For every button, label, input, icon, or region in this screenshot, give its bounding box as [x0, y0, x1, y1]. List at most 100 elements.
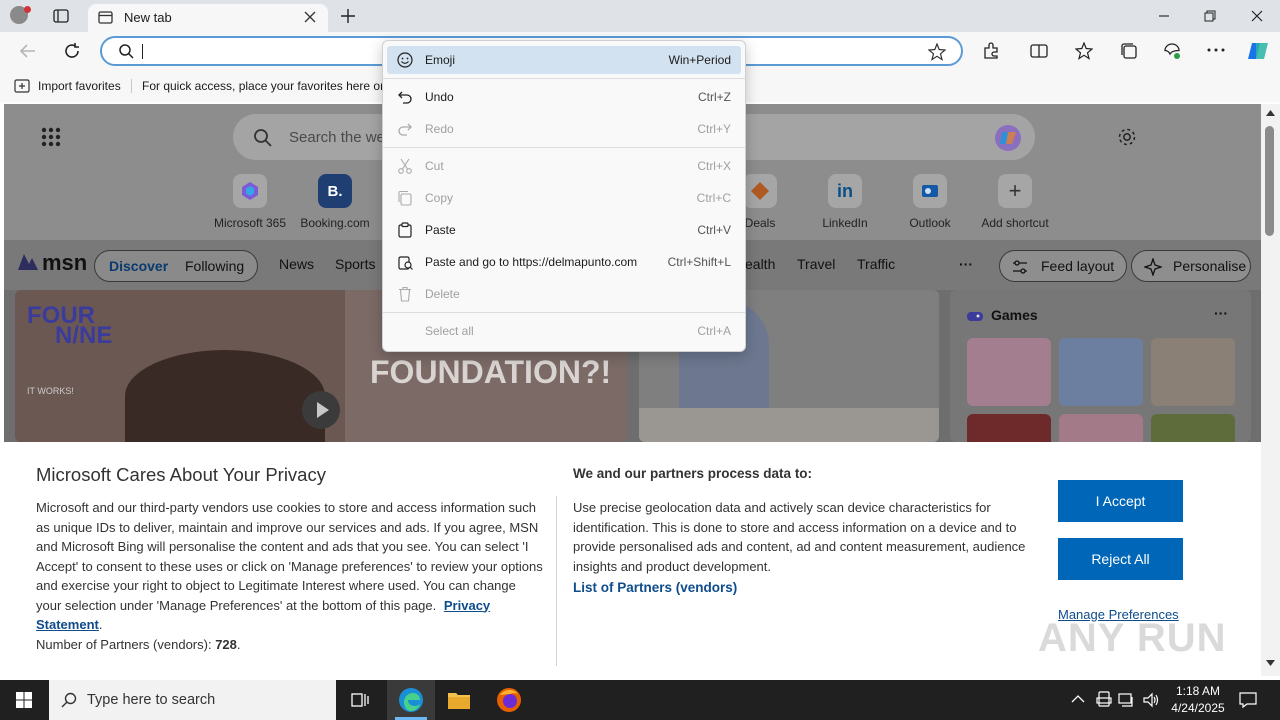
network-icon[interactable]	[1118, 691, 1136, 709]
windows-start-icon[interactable]	[16, 692, 32, 708]
list-of-partners-link[interactable]: List of Partners (vendors)	[573, 580, 737, 595]
nav-sports[interactable]: Sports	[335, 256, 375, 272]
i-accept-button[interactable]: I Accept	[1058, 480, 1183, 522]
task-view-icon[interactable]	[351, 692, 369, 708]
scroll-thumb[interactable]	[1265, 126, 1274, 236]
delete-icon	[397, 286, 413, 302]
clock-time: 1:18 AM	[1175, 684, 1221, 698]
tab-following[interactable]: Following	[185, 258, 244, 274]
nav-news[interactable]: News	[279, 256, 314, 272]
new-tab-plus-icon[interactable]	[340, 8, 356, 24]
address-input[interactable]	[142, 44, 143, 59]
minimize-icon[interactable]	[1158, 10, 1170, 22]
tray-device-icon[interactable]	[1096, 691, 1112, 709]
game-tile[interactable]	[1059, 414, 1143, 442]
split-screen-icon[interactable]	[1030, 42, 1048, 60]
emoji-icon	[397, 52, 413, 68]
nav-traffic[interactable]: Traffic	[857, 256, 895, 272]
back-icon[interactable]	[19, 42, 37, 60]
tab-new-tab[interactable]: New tab	[88, 4, 328, 32]
booking-icon: B.	[318, 174, 352, 208]
privacy-divider	[556, 496, 557, 666]
collections-icon[interactable]	[1120, 42, 1138, 60]
nav-more[interactable]: ···	[959, 256, 973, 272]
search-icon	[118, 43, 134, 59]
shortcut-outlook[interactable]: Outlook	[890, 174, 970, 230]
close-tab-icon[interactable]	[304, 11, 316, 23]
game-tile[interactable]	[1151, 338, 1235, 406]
video-person-shape	[125, 350, 325, 442]
tab-title: New tab	[124, 10, 172, 25]
close-window-icon[interactable]	[1251, 10, 1263, 22]
extensions-icon[interactable]	[982, 42, 1000, 60]
games-controller-icon	[966, 307, 984, 325]
reject-all-button[interactable]: Reject All	[1058, 538, 1183, 580]
import-favorites-link[interactable]: Import favorites	[38, 79, 121, 93]
copy-icon	[397, 190, 413, 206]
games-more[interactable]: ···	[1214, 305, 1228, 321]
feed-layout-button[interactable]: Feed layout	[999, 250, 1127, 282]
import-favorites-icon	[14, 78, 30, 94]
privacy-consent-banner: Microsoft Cares About Your Privacy Micro…	[4, 442, 1261, 676]
favorites-icon[interactable]	[1075, 42, 1093, 60]
menu-item-copy[interactable]: Copy Ctrl+C	[387, 184, 741, 212]
taskbar-search-icon	[61, 692, 77, 708]
menu-item-delete[interactable]: Delete	[387, 280, 741, 308]
notifications-icon[interactable]	[1239, 691, 1257, 709]
scroll-down-icon[interactable]	[1266, 660, 1275, 666]
volume-icon[interactable]	[1142, 691, 1160, 709]
taskbar-search-placeholder: Type here to search	[87, 692, 216, 708]
shortcut-booking[interactable]: B. Booking.com	[295, 174, 375, 230]
menu-item-select-all[interactable]: Select all Ctrl+A	[387, 317, 741, 345]
microsoft-365-icon	[233, 174, 267, 208]
edge-taskbar-button[interactable]	[387, 680, 435, 720]
page-settings-icon[interactable]	[1117, 127, 1137, 147]
play-icon[interactable]	[302, 391, 340, 429]
add-favorite-star-icon[interactable]	[928, 43, 946, 61]
more-options-icon[interactable]	[1207, 48, 1225, 52]
process-body: Use precise geolocation data and activel…	[573, 500, 1026, 574]
shortcut-microsoft-365[interactable]: Microsoft 365	[210, 174, 290, 230]
personalise-button[interactable]: Personalise	[1131, 250, 1251, 282]
copilot-search-icon[interactable]	[993, 123, 1023, 153]
nav-health[interactable]: ealth	[745, 256, 775, 272]
shortcut-linkedin[interactable]: in LinkedIn	[805, 174, 885, 230]
tab-discover[interactable]: Discover	[109, 258, 168, 274]
firefox-icon[interactable]	[496, 687, 522, 713]
web-search-icon	[253, 128, 273, 148]
page-scrollbar[interactable]	[1261, 104, 1280, 676]
menu-item-paste[interactable]: Paste Ctrl+V	[387, 216, 741, 244]
brand-sub: IT WORKS!	[27, 386, 74, 396]
game-tile[interactable]	[967, 338, 1051, 406]
game-tile[interactable]	[967, 414, 1051, 442]
paste-icon	[397, 222, 413, 238]
game-tile[interactable]	[1059, 338, 1143, 406]
msn-logo-icon	[16, 250, 40, 274]
app-launcher-icon[interactable]	[41, 127, 61, 147]
copilot-icon[interactable]	[1246, 39, 1270, 63]
browser-essentials-icon[interactable]	[1163, 42, 1181, 60]
restore-icon[interactable]	[1204, 10, 1216, 22]
menu-item-cut[interactable]: Cut Ctrl+X	[387, 152, 741, 180]
nav-travel[interactable]: Travel	[797, 256, 835, 272]
clock-date: 4/24/2025	[1171, 701, 1225, 715]
menu-item-paste-and-go[interactable]: Paste and go to https://delmapunto.com C…	[387, 248, 741, 276]
menu-separator	[383, 78, 745, 79]
menu-item-undo[interactable]: Undo Ctrl+Z	[387, 83, 741, 111]
scroll-up-icon[interactable]	[1266, 110, 1275, 116]
refresh-icon[interactable]	[63, 42, 81, 60]
menu-item-redo[interactable]: Redo Ctrl+Y	[387, 115, 741, 143]
partners-count-label: Number of Partners (vendors):	[36, 636, 212, 652]
favbar-divider	[131, 79, 132, 93]
menu-item-emoji[interactable]: Emoji Win+Period	[387, 46, 741, 74]
tray-chevron-up-icon[interactable]	[1071, 694, 1085, 704]
file-explorer-icon[interactable]	[447, 689, 471, 711]
game-tile[interactable]	[1151, 414, 1235, 442]
title-bar: New tab	[0, 0, 1280, 32]
system-clock[interactable]: 1:18 AM 4/24/2025	[1166, 683, 1230, 717]
tab-actions-icon[interactable]	[53, 8, 69, 24]
personalise-sparkle-icon	[1144, 258, 1162, 276]
taskbar-search-box[interactable]: Type here to search	[49, 680, 336, 720]
shortcut-add[interactable]: + Add shortcut	[975, 174, 1055, 230]
linkedin-icon: in	[828, 174, 862, 208]
